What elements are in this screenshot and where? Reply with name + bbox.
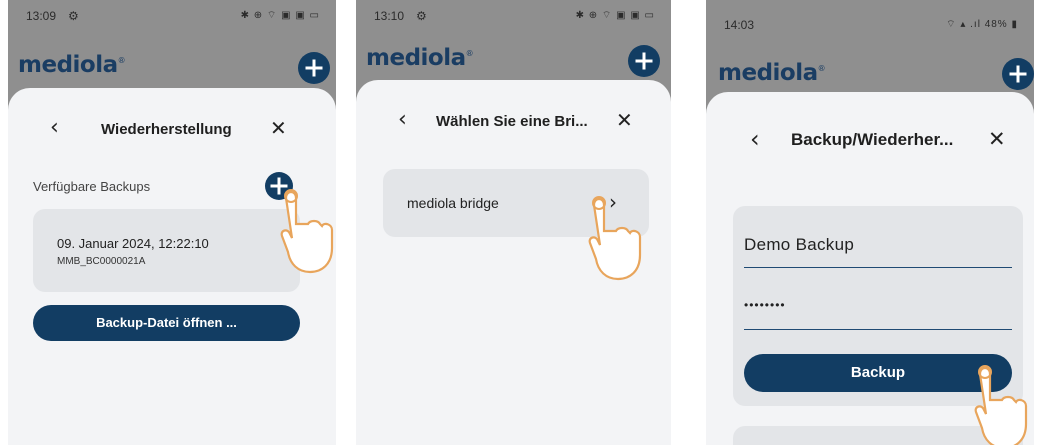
status-icons: ✱ ⊕ ⌔ ▣ ▣ ▭ <box>240 10 320 21</box>
settings-icon: ⚙ <box>68 9 79 23</box>
back-icon[interactable]: ‹ <box>750 125 760 153</box>
back-icon[interactable]: ‹ <box>50 115 59 140</box>
close-icon[interactable]: ✕ <box>616 108 633 132</box>
status-time: 13:09 <box>26 9 57 23</box>
status-bar: 13:10 ⚙ ✱ ⊕ ⌔ ▣ ▣ ▭ <box>356 0 671 30</box>
sheet-title: Wiederherstellung <box>101 121 232 138</box>
close-icon[interactable]: ✕ <box>988 127 1006 151</box>
mediola-logo: mediola® <box>366 45 474 71</box>
settings-icon: ⚙ <box>416 9 427 23</box>
pointer-hand-icon <box>588 196 642 281</box>
backup-name-input[interactable]: Demo Backup <box>744 226 1012 268</box>
status-bar: 14:03 ⌔ ▴ .ıl 48% ▮ <box>706 0 1034 32</box>
password-input[interactable]: •••••••• <box>744 288 1012 330</box>
available-backups-label: Verfügbare Backups <box>33 179 151 194</box>
bridge-name: mediola bridge <box>407 195 499 211</box>
open-backup-file-button[interactable]: Backup-Datei öffnen ... <box>33 305 300 341</box>
backup-list-item[interactable]: 09. Januar 2024, 12:22:10 MMB_BC0000021A <box>33 209 300 292</box>
status-time: 13:10 <box>374 9 405 23</box>
mediola-logo: mediola® <box>18 52 126 78</box>
screen-restore: 13:09 ⚙ ✱ ⊕ ⌔ ▣ ▣ ▭ mediola® ‹ Wiederher… <box>8 0 336 445</box>
status-icons: ⌔ ▴ .ıl 48% ▮ <box>946 19 1018 30</box>
password-value: •••••••• <box>744 298 786 312</box>
add-button-background[interactable] <box>628 45 660 77</box>
sheet-title: Wählen Sie eine Bri... <box>436 113 588 130</box>
screen-choose-bridge: 13:10 ⚙ ✱ ⊕ ⌔ ▣ ▣ ▭ mediola® ‹ Wählen Si… <box>356 0 671 445</box>
add-button-background[interactable] <box>298 52 330 84</box>
mediola-logo: mediola® <box>718 60 826 86</box>
status-time: 14:03 <box>724 18 755 32</box>
close-icon[interactable]: ✕ <box>270 116 287 140</box>
status-bar: 13:09 ⚙ ✱ ⊕ ⌔ ▣ ▣ ▭ <box>8 0 336 30</box>
backup-name-value: Demo Backup <box>744 235 855 254</box>
backup-date: 09. Januar 2024, 12:22:10 <box>57 236 209 251</box>
pointer-hand-icon <box>974 365 1028 445</box>
pointer-hand-icon <box>280 189 334 274</box>
backup-id: MMB_BC0000021A <box>57 256 146 267</box>
sheet-title: Backup/Wiederher... <box>791 130 954 149</box>
add-button-background[interactable] <box>1002 58 1034 90</box>
screen-backup: 14:03 ⌔ ▴ .ıl 48% ▮ mediola® ‹ Backup/Wi… <box>706 0 1034 445</box>
status-icons: ✱ ⊕ ⌔ ▣ ▣ ▭ <box>575 10 655 21</box>
back-icon[interactable]: ‹ <box>398 107 407 132</box>
